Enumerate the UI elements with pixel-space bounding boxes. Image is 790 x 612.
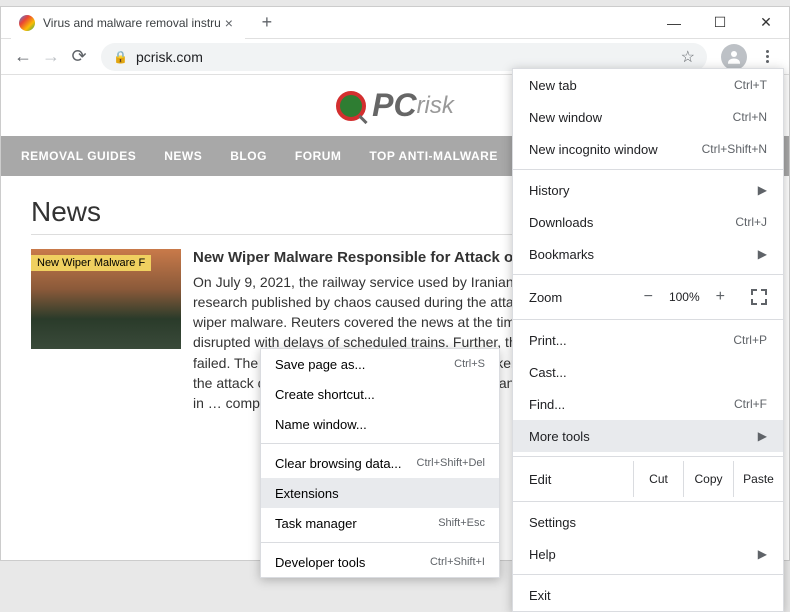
menu-edit-row: Edit Cut Copy Paste bbox=[513, 461, 783, 497]
address-bar[interactable]: 🔒 pcrisk.com ☆ bbox=[101, 43, 707, 71]
menu-separator bbox=[513, 319, 783, 320]
zoom-label: Zoom bbox=[529, 290, 644, 305]
profile-avatar[interactable] bbox=[721, 44, 747, 70]
magnifier-icon bbox=[336, 91, 366, 121]
submenu-clear-data[interactable]: Clear browsing data...Ctrl+Shift+Del bbox=[261, 448, 499, 478]
menu-cast[interactable]: Cast... bbox=[513, 356, 783, 388]
menu-separator bbox=[261, 542, 499, 543]
submenu-name-window[interactable]: Name window... bbox=[261, 409, 499, 439]
menu-history[interactable]: History▶ bbox=[513, 174, 783, 206]
lock-icon: 🔒 bbox=[113, 50, 128, 64]
submenu-extensions[interactable]: Extensions bbox=[261, 478, 499, 508]
window-controls: — ☐ ✕ bbox=[651, 7, 789, 39]
forward-button[interactable]: → bbox=[37, 43, 65, 71]
menu-separator bbox=[513, 169, 783, 170]
nav-removal-guides[interactable]: REMOVAL GUIDES bbox=[21, 149, 136, 163]
logo-text-pc: PC bbox=[372, 87, 416, 124]
menu-help[interactable]: Help▶ bbox=[513, 538, 783, 570]
nav-news[interactable]: NEWS bbox=[164, 149, 202, 163]
chrome-menu-button[interactable] bbox=[753, 43, 781, 71]
titlebar: Virus and malware removal instru × + — ☐… bbox=[1, 7, 789, 39]
chevron-right-icon: ▶ bbox=[758, 429, 767, 443]
back-button[interactable]: ← bbox=[9, 43, 37, 71]
menu-new-tab[interactable]: New tabCtrl+T bbox=[513, 69, 783, 101]
close-tab-icon[interactable]: × bbox=[221, 15, 237, 31]
menu-separator bbox=[261, 443, 499, 444]
submenu-save-page[interactable]: Save page as...Ctrl+S bbox=[261, 349, 499, 379]
menu-exit[interactable]: Exit bbox=[513, 579, 783, 611]
menu-settings[interactable]: Settings bbox=[513, 506, 783, 538]
article-thumbnail[interactable]: New Wiper Malware F bbox=[31, 249, 181, 349]
zoom-value: 100% bbox=[669, 290, 700, 304]
menu-more-tools[interactable]: More tools▶ bbox=[513, 420, 783, 452]
minimize-button[interactable]: — bbox=[651, 7, 697, 39]
chevron-right-icon: ▶ bbox=[758, 183, 767, 197]
zoom-out-button[interactable]: − bbox=[644, 288, 653, 306]
new-tab-button[interactable]: + bbox=[253, 9, 281, 37]
cut-button[interactable]: Cut bbox=[633, 461, 683, 497]
nav-forum[interactable]: FORUM bbox=[295, 149, 342, 163]
maximize-button[interactable]: ☐ bbox=[697, 7, 743, 39]
menu-downloads[interactable]: DownloadsCtrl+J bbox=[513, 206, 783, 238]
menu-bookmarks[interactable]: Bookmarks▶ bbox=[513, 238, 783, 270]
nav-blog[interactable]: BLOG bbox=[230, 149, 267, 163]
menu-incognito[interactable]: New incognito windowCtrl+Shift+N bbox=[513, 133, 783, 165]
thumbnail-label: New Wiper Malware F bbox=[31, 255, 151, 271]
menu-new-window[interactable]: New windowCtrl+N bbox=[513, 101, 783, 133]
paste-button[interactable]: Paste bbox=[733, 461, 783, 497]
fullscreen-icon[interactable] bbox=[751, 289, 767, 305]
reload-button[interactable]: ⟳ bbox=[65, 43, 93, 71]
menu-separator bbox=[513, 456, 783, 457]
browser-tab[interactable]: Virus and malware removal instru × bbox=[11, 7, 245, 39]
site-logo[interactable]: PCrisk bbox=[336, 87, 454, 124]
url-text: pcrisk.com bbox=[136, 49, 681, 65]
zoom-in-button[interactable]: + bbox=[716, 288, 725, 306]
submenu-task-manager[interactable]: Task managerShift+Esc bbox=[261, 508, 499, 538]
logo-text-risk: risk bbox=[417, 92, 454, 120]
menu-find[interactable]: Find...Ctrl+F bbox=[513, 388, 783, 420]
menu-zoom: Zoom − 100% + bbox=[513, 279, 783, 315]
favicon-icon bbox=[19, 15, 35, 31]
submenu-developer-tools[interactable]: Developer toolsCtrl+Shift+I bbox=[261, 547, 499, 577]
chrome-main-menu: New tabCtrl+T New windowCtrl+N New incog… bbox=[512, 68, 784, 612]
menu-print[interactable]: Print...Ctrl+P bbox=[513, 324, 783, 356]
menu-separator bbox=[513, 274, 783, 275]
nav-top-anti-malware[interactable]: TOP ANTI-MALWARE bbox=[369, 149, 497, 163]
menu-separator bbox=[513, 501, 783, 502]
bookmark-star-icon[interactable]: ☆ bbox=[681, 47, 695, 67]
close-window-button[interactable]: ✕ bbox=[743, 7, 789, 39]
more-tools-submenu: Save page as...Ctrl+S Create shortcut...… bbox=[260, 348, 500, 578]
menu-separator bbox=[513, 574, 783, 575]
submenu-create-shortcut[interactable]: Create shortcut... bbox=[261, 379, 499, 409]
edit-label: Edit bbox=[529, 472, 633, 487]
chevron-right-icon: ▶ bbox=[758, 547, 767, 561]
tab-title: Virus and malware removal instru bbox=[43, 16, 221, 30]
chevron-right-icon: ▶ bbox=[758, 247, 767, 261]
copy-button[interactable]: Copy bbox=[683, 461, 733, 497]
